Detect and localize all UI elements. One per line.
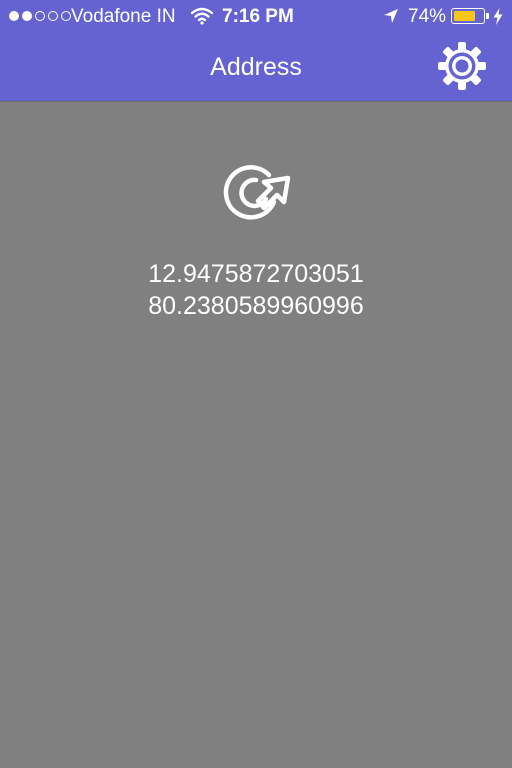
longitude-value: 80.2380589960996 [148, 292, 364, 320]
battery-level-fill [454, 11, 475, 21]
status-bar: Vodafone IN 7:16 PM 74% [0, 0, 512, 34]
signal-strength-icon [9, 11, 71, 21]
battery-percentage: 74% [408, 6, 447, 27]
coordinates-display: 12.9475872703051 80.2380589960996 [0, 258, 512, 322]
navigation-bar: Vodafone IN 7:16 PM 74% Address [0, 0, 512, 102]
signal-dot [22, 11, 32, 21]
latitude-value: 12.9475872703051 [148, 260, 364, 288]
battery-icon [451, 8, 485, 24]
location-arrow-icon [383, 8, 399, 30]
signal-dot [35, 11, 45, 21]
settings-button[interactable] [436, 40, 488, 92]
carrier-name: Vodafone IN [71, 6, 176, 27]
charging-bolt-icon [493, 8, 503, 31]
signal-dot [9, 11, 19, 21]
wifi-icon [190, 7, 214, 31]
refresh-icon [223, 165, 291, 220]
signal-dot [61, 11, 71, 21]
refresh-button[interactable] [219, 162, 293, 224]
gear-icon [438, 42, 486, 90]
battery-tip [486, 13, 489, 19]
status-time: 7:16 PM [222, 6, 294, 27]
signal-dot [48, 11, 58, 21]
